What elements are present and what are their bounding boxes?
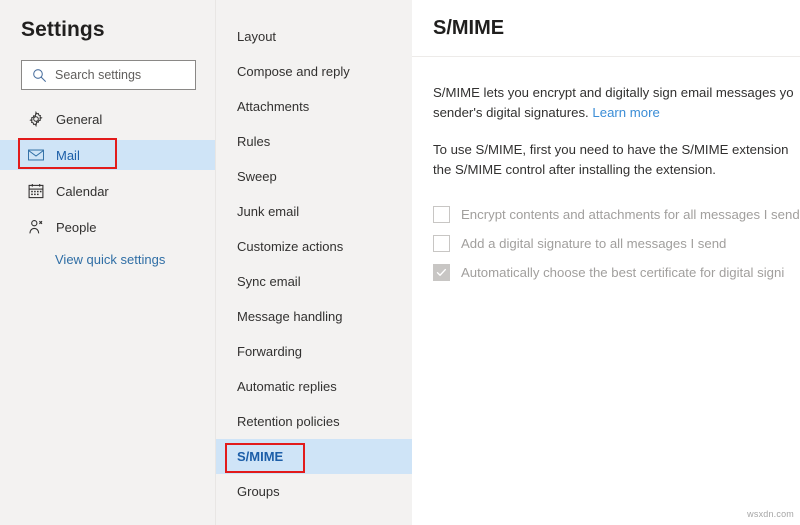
nav-item-rules[interactable]: Rules [216,124,412,159]
search-icon [31,67,47,83]
checkbox-checked-icon[interactable] [433,264,450,281]
sidebar-item-mail[interactable]: Mail [0,140,215,170]
view-quick-settings-link[interactable]: View quick settings [0,248,215,270]
page-title: Settings [0,0,215,42]
smime-instructions: To use S/MIME, first you need to have th… [433,140,800,180]
gear-icon [27,111,44,128]
sidebar-nav-list: General Mail [0,104,215,270]
panel-body: S/MIME lets you encrypt and digitally si… [412,57,800,287]
option-auto-choose-certificate[interactable]: Automatically choose the best certificat… [433,258,800,287]
search-input[interactable] [55,68,185,82]
smime-description-line1: S/MIME lets you encrypt and digitally si… [433,85,794,100]
checkbox-unchecked-icon[interactable] [433,235,450,252]
nav-item-automatic-replies[interactable]: Automatic replies [216,369,412,404]
watermark: wsxdn.com [747,509,794,519]
option-label: Encrypt contents and attachments for all… [461,207,800,222]
mail-settings-list: Layout Compose and reply Attachments Rul… [216,0,412,509]
person-icon [27,219,44,236]
smime-options-group: Encrypt contents and attachments for all… [433,200,800,287]
option-label: Add a digital signature to all messages … [461,236,726,251]
checkbox-unchecked-icon[interactable] [433,206,450,223]
nav-item-sync-email[interactable]: Sync email [216,264,412,299]
nav-item-compose-and-reply[interactable]: Compose and reply [216,54,412,89]
panel-title: S/MIME [433,17,504,40]
sidebar-item-label: People [56,221,96,234]
settings-window: Settings G [0,0,800,525]
envelope-icon [27,147,44,164]
nav-item-smime[interactable]: S/MIME [216,439,412,474]
smime-instructions-line2: the S/MIME control after installing the … [433,162,716,177]
smime-description: S/MIME lets you encrypt and digitally si… [433,83,800,123]
search-box[interactable] [21,60,196,90]
nav-item-customize-actions[interactable]: Customize actions [216,229,412,264]
learn-more-link[interactable]: Learn more [592,105,659,120]
mail-settings-nav: Layout Compose and reply Attachments Rul… [215,0,412,525]
nav-item-sweep[interactable]: Sweep [216,159,412,194]
nav-item-message-handling[interactable]: Message handling [216,299,412,334]
sidebar-item-label: General [56,113,102,126]
sidebar-item-people[interactable]: People [0,212,215,242]
settings-sidebar: Settings G [0,0,215,525]
sidebar-item-label: Calendar [56,185,109,198]
smime-description-line2: sender's digital signatures. [433,105,589,120]
nav-item-layout[interactable]: Layout [216,19,412,54]
option-label: Automatically choose the best certificat… [461,265,784,280]
smime-instructions-line1: To use S/MIME, first you need to have th… [433,142,789,157]
option-encrypt-all-messages[interactable]: Encrypt contents and attachments for all… [433,200,800,229]
sidebar-item-general[interactable]: General [0,104,215,134]
sidebar-item-label: Mail [56,149,80,162]
calendar-icon [27,183,44,200]
nav-item-junk-email[interactable]: Junk email [216,194,412,229]
nav-item-forwarding[interactable]: Forwarding [216,334,412,369]
sidebar-item-calendar[interactable]: Calendar [0,176,215,206]
nav-item-attachments[interactable]: Attachments [216,89,412,124]
nav-item-retention-policies[interactable]: Retention policies [216,404,412,439]
panel-header: S/MIME [412,0,800,57]
nav-item-groups[interactable]: Groups [216,474,412,509]
smime-settings-panel: S/MIME S/MIME lets you encrypt and digit… [412,0,800,525]
option-add-digital-signature[interactable]: Add a digital signature to all messages … [433,229,800,258]
